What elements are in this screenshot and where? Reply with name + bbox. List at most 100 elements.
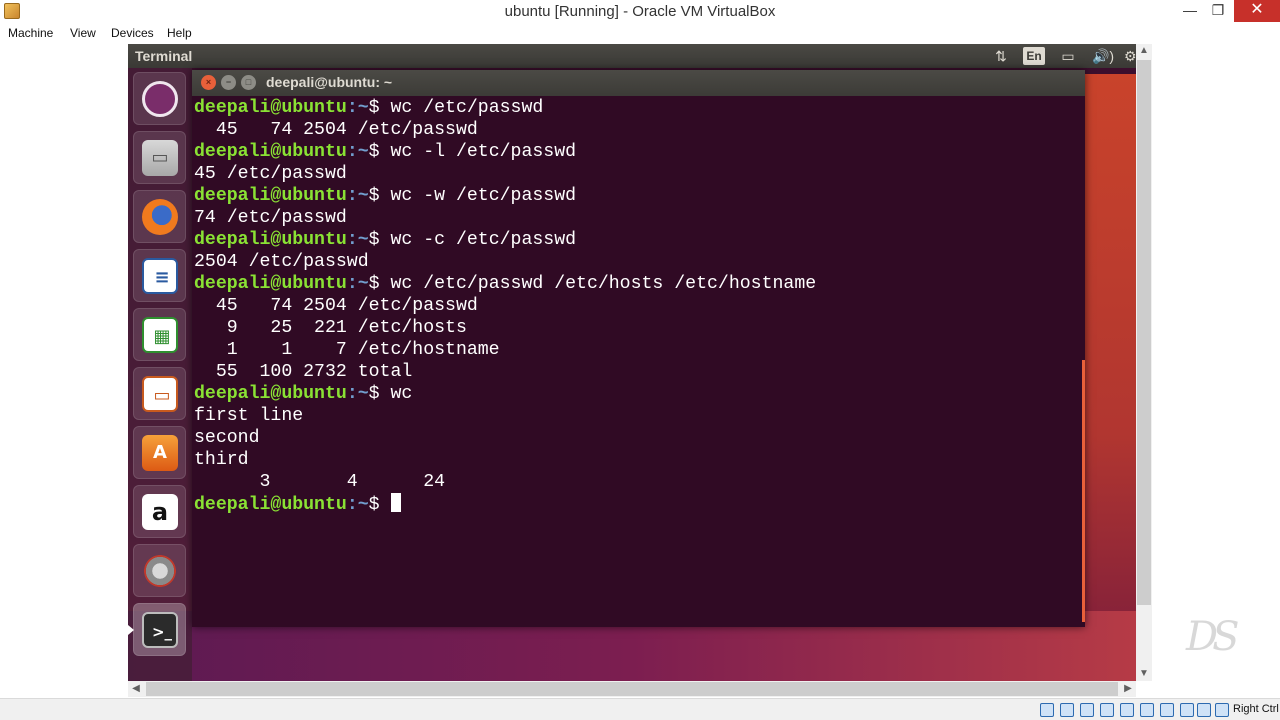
battery-icon[interactable]: ▭ [1056, 47, 1080, 65]
terminal-scrollbar[interactable] [1082, 360, 1085, 622]
prompt-path: :~ [346, 274, 369, 294]
menu-devices[interactable]: Devices [111, 26, 154, 40]
launcher-calc[interactable]: ▦ [133, 308, 186, 361]
terminal-output-line: 2504 /etc/passwd [194, 251, 1083, 273]
cpu-icon[interactable] [1197, 703, 1211, 717]
terminal-title-bar[interactable]: × − □ deepali@ubuntu: ~ [192, 70, 1085, 96]
output-text: 3 4 24 [194, 472, 446, 492]
terminal-command-line: deepali@ubuntu:~$ wc -w /etc/passwd [194, 185, 1083, 207]
terminal-command-line: deepali@ubuntu:~$ wc -l /etc/passwd [194, 141, 1083, 163]
horizontal-scroll-thumb[interactable] [146, 682, 1118, 696]
network-icon[interactable]: ⇅ [992, 47, 1010, 65]
volume-icon[interactable]: 🔊) [1090, 47, 1116, 65]
close-button[interactable]: ✕ [1234, 0, 1280, 22]
output-text: first line [194, 406, 304, 426]
launcher-amazon[interactable]: a [133, 485, 186, 538]
optical-drive-icon[interactable] [1060, 703, 1074, 717]
usb-icon[interactable] [1120, 703, 1134, 717]
menu-help[interactable]: Help [167, 26, 192, 40]
command-text: $ wc /etc/passwd [368, 98, 544, 118]
vertical-scrollbar[interactable]: ▲ ▼ [1136, 44, 1152, 681]
maximize-button[interactable]: ❐ [1204, 0, 1232, 22]
desktop-wallpaper [1076, 74, 1136, 674]
active-app-label: Terminal [135, 48, 193, 64]
watermark-logo: DS [1186, 614, 1240, 660]
command-text: $ wc /etc/passwd /etc/hosts /etc/hostnam… [368, 274, 817, 294]
prompt-path: :~ [346, 98, 369, 118]
terminal-command-line: deepali@ubuntu:~$ wc -c /etc/passwd [194, 229, 1083, 251]
terminal-output-line: third [194, 449, 1083, 471]
terminal-command-line: deepali@ubuntu:~$ wc /etc/passwd /etc/ho… [194, 273, 1083, 295]
shared-folder-icon[interactable] [1140, 703, 1154, 717]
launcher-writer[interactable]: ≡ [133, 249, 186, 302]
command-text: $ wc -w /etc/passwd [368, 186, 577, 206]
active-app-indicator [128, 625, 134, 635]
output-text: 55 100 2732 total [194, 362, 413, 382]
host-key-label: Right Ctrl [1233, 703, 1279, 715]
command-text: $ wc -l /etc/passwd [368, 142, 577, 162]
text-cursor [390, 493, 401, 512]
output-text: 45 /etc/passwd [194, 164, 347, 184]
system-settings-icon [142, 553, 178, 589]
terminal-command-line: deepali@ubuntu:~$ [194, 493, 1083, 515]
minimize-button[interactable]: — [1176, 0, 1204, 22]
prompt-path: :~ [346, 384, 369, 404]
launcher-files[interactable]: ▭ [133, 131, 186, 184]
prompt-user: deepali@ubuntu [194, 142, 347, 162]
vm-display[interactable]: Terminal ⇅ En ▭ 🔊) ⚙ ▭ ≡ ▦ ▭ A a >_ × − … [128, 44, 1136, 681]
menu-machine[interactable]: Machine [8, 26, 53, 40]
terminal-maximize-button[interactable]: □ [241, 75, 256, 90]
command-text: $ wc [368, 384, 413, 404]
output-text: 9 25 221 /etc/hosts [194, 318, 467, 338]
terminal-minimize-button[interactable]: − [221, 75, 236, 90]
prompt-path: :~ [346, 495, 369, 515]
terminal-close-button[interactable]: × [201, 75, 216, 90]
output-text: second [194, 428, 260, 448]
scroll-right-icon[interactable]: ▶ [1120, 681, 1136, 697]
gear-icon[interactable]: ⚙ [1124, 47, 1136, 65]
launcher-firefox[interactable] [133, 190, 186, 243]
capture-icon[interactable] [1180, 703, 1194, 717]
amazon-icon: a [142, 494, 178, 530]
terminal-window[interactable]: × − □ deepali@ubuntu: ~ deepali@ubuntu:~… [192, 70, 1085, 627]
display-icon[interactable] [1160, 703, 1174, 717]
terminal-output-line: 74 /etc/passwd [194, 207, 1083, 229]
launcher-impress[interactable]: ▭ [133, 367, 186, 420]
launcher-dash[interactable] [133, 72, 186, 125]
launcher-software-center[interactable]: A [133, 426, 186, 479]
terminal-output-line: 45 74 2504 /etc/passwd [194, 119, 1083, 141]
libreoffice-writer-icon: ≡ [142, 258, 178, 294]
output-text: 1 1 7 /etc/hostname [194, 340, 500, 360]
output-text: 45 74 2504 /etc/passwd [194, 296, 478, 316]
prompt-user: deepali@ubuntu [194, 230, 347, 250]
terminal-output-line: 9 25 221 /etc/hosts [194, 317, 1083, 339]
scroll-down-icon[interactable]: ▼ [1136, 667, 1152, 681]
terminal-output-line: second [194, 427, 1083, 449]
menu-bar: Machine View Devices Help [0, 24, 1280, 44]
terminal-output-line: 3 4 24 [194, 471, 1083, 493]
terminal-output-line: 45 /etc/passwd [194, 163, 1083, 185]
output-text: 45 74 2504 /etc/passwd [194, 120, 478, 140]
menu-view[interactable]: View [70, 26, 96, 40]
ubuntu-launcher: ▭ ≡ ▦ ▭ A a >_ [128, 68, 192, 681]
terminal-output[interactable]: deepali@ubuntu:~$ wc /etc/passwd 45 74 2… [194, 96, 1083, 625]
terminal-command-line: deepali@ubuntu:~$ wc /etc/passwd [194, 97, 1083, 119]
keyboard-layout-indicator[interactable]: En [1023, 47, 1045, 65]
hard-disk-icon[interactable] [1040, 703, 1054, 717]
launcher-settings[interactable] [133, 544, 186, 597]
scroll-left-icon[interactable]: ◀ [128, 681, 144, 697]
network-adapter-icon[interactable] [1100, 703, 1114, 717]
window-title: ubuntu [Running] - Oracle VM VirtualBox [504, 3, 776, 20]
prompt-path: :~ [346, 186, 369, 206]
launcher-terminal[interactable]: >_ [133, 603, 186, 656]
horizontal-scrollbar[interactable]: ◀ ▶ [128, 681, 1136, 697]
prompt-user: deepali@ubuntu [194, 186, 347, 206]
command-text: $ wc -c /etc/passwd [368, 230, 577, 250]
audio-icon[interactable] [1080, 703, 1094, 717]
terminal-command-line: deepali@ubuntu:~$ wc [194, 383, 1083, 405]
vertical-scroll-thumb[interactable] [1137, 60, 1151, 605]
scroll-up-icon[interactable]: ▲ [1136, 44, 1152, 58]
libreoffice-impress-icon: ▭ [142, 376, 178, 412]
terminal-output-line: 45 74 2504 /etc/passwd [194, 295, 1083, 317]
mouse-integration-icon[interactable] [1215, 703, 1229, 717]
